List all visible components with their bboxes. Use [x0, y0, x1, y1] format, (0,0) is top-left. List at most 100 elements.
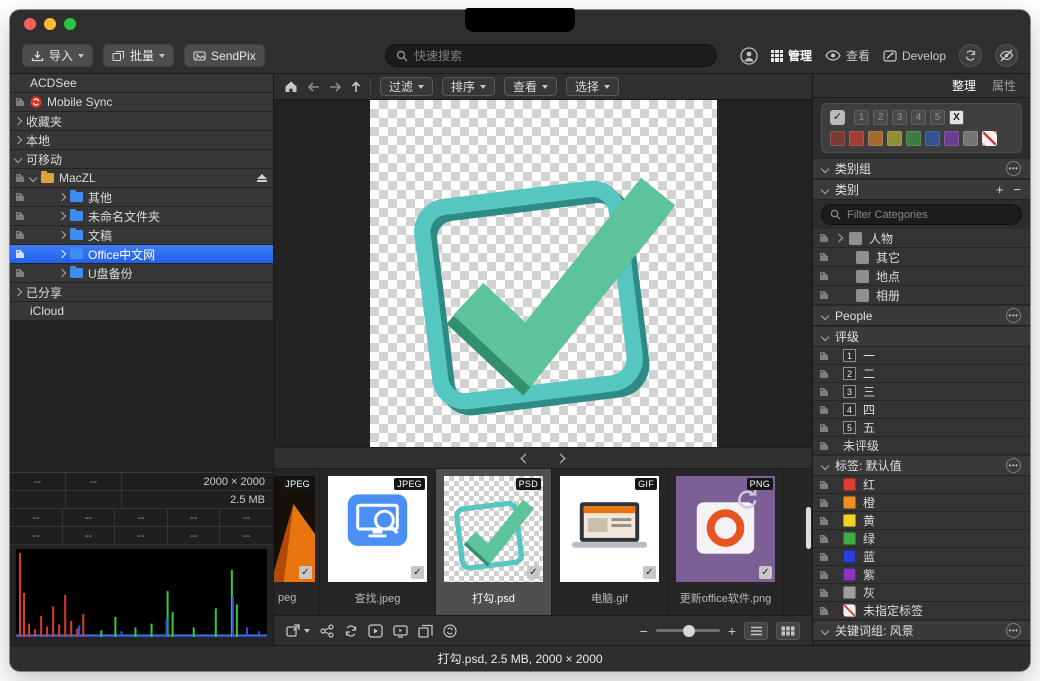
batch-button[interactable]: 批量: [103, 44, 174, 67]
thumbnail-checkbox[interactable]: ✓: [527, 566, 540, 579]
more-options-icon[interactable]: •••: [1006, 161, 1021, 176]
chevron-right-icon[interactable]: [14, 117, 22, 125]
chevron-down-icon[interactable]: [821, 461, 829, 469]
tree-item-other[interactable]: 其他: [10, 188, 273, 207]
tab-organize[interactable]: 整理: [952, 77, 976, 94]
chevron-right-icon[interactable]: [58, 212, 66, 220]
chevron-right-icon[interactable]: [58, 193, 66, 201]
open-with-button[interactable]: [286, 624, 310, 638]
category-checkbox[interactable]: [849, 232, 862, 245]
remove-category-button[interactable]: −: [1013, 182, 1021, 197]
more-options-icon[interactable]: •••: [1006, 458, 1021, 473]
sort-dropdown[interactable]: 排序: [442, 77, 495, 96]
rating-1-button[interactable]: 1: [854, 110, 869, 125]
chevron-right-icon[interactable]: [58, 231, 66, 239]
list-view-button[interactable]: [744, 622, 768, 640]
quick-search[interactable]: [385, 44, 717, 67]
hide-panels-button[interactable]: [995, 44, 1018, 67]
more-options-icon[interactable]: •••: [1006, 623, 1021, 638]
rating-5-button[interactable]: 5: [930, 110, 945, 125]
thumbnail-selected[interactable]: PSD ✓ 打勾.psd: [436, 469, 552, 615]
share-button[interactable]: [320, 624, 334, 638]
label-row-blue[interactable]: 蓝: [813, 548, 1030, 566]
tree-item-favorites[interactable]: 收藏夹: [10, 112, 273, 131]
label-row-none[interactable]: 未指定标签: [813, 602, 1030, 620]
section-category-groups[interactable]: 类别组 •••: [813, 158, 1030, 179]
minimize-button[interactable]: [44, 18, 56, 30]
category-other[interactable]: 其它: [813, 248, 1030, 267]
chevron-down-icon[interactable]: [821, 626, 829, 634]
chevron-down-icon[interactable]: [821, 311, 829, 319]
filter-dropdown[interactable]: 过滤: [380, 77, 433, 96]
label-row-purple[interactable]: 紫: [813, 566, 1030, 584]
rating-row-5[interactable]: 5 五: [813, 419, 1030, 437]
more-options-icon[interactable]: •••: [1006, 308, 1021, 323]
color-swatch[interactable]: [849, 131, 864, 146]
label-row-red[interactable]: 红: [813, 476, 1030, 494]
section-keywords[interactable]: 关键词组: 风景 •••: [813, 620, 1030, 641]
thumbnail[interactable]: JPEG ✓ peg: [274, 469, 320, 615]
color-swatch[interactable]: [887, 131, 902, 146]
search-input[interactable]: [414, 49, 706, 63]
color-swatch[interactable]: [868, 131, 883, 146]
section-rating[interactable]: 评级: [813, 326, 1030, 347]
zoom-slider[interactable]: [656, 629, 720, 632]
tree-item-mobile-sync[interactable]: Mobile Sync: [10, 93, 273, 112]
tree-item-usb-backup[interactable]: U盘备份: [10, 264, 273, 283]
thumbnail-checkbox[interactable]: ✓: [299, 566, 312, 579]
home-button[interactable]: [284, 80, 298, 93]
thumbnail-checkbox[interactable]: ✓: [411, 566, 424, 579]
chevron-right-icon[interactable]: [58, 269, 66, 277]
select-dropdown[interactable]: 选择: [566, 77, 619, 96]
view-dropdown[interactable]: 查看: [504, 77, 557, 96]
play-button[interactable]: [368, 624, 383, 638]
filter-categories-input[interactable]: [847, 209, 1013, 221]
category-albums[interactable]: 相册: [813, 286, 1030, 305]
back-button[interactable]: [307, 82, 320, 92]
tab-properties[interactable]: 属性: [992, 77, 1016, 94]
tagged-checkbox[interactable]: ✓: [830, 110, 845, 125]
rating-row-1[interactable]: 1 一: [813, 347, 1030, 365]
up-button[interactable]: [351, 81, 361, 93]
chevron-down-icon[interactable]: [821, 185, 829, 193]
color-swatch[interactable]: [830, 131, 845, 146]
color-swatch[interactable]: [963, 131, 978, 146]
label-row-orange[interactable]: 橙: [813, 494, 1030, 512]
section-categories[interactable]: 类别 +−: [813, 179, 1030, 200]
label-row-green[interactable]: 绿: [813, 530, 1030, 548]
zoom-out-button[interactable]: −: [640, 624, 648, 638]
color-swatch[interactable]: [944, 131, 959, 146]
rating-row-2[interactable]: 2 二: [813, 365, 1030, 383]
chevron-down-icon[interactable]: [821, 332, 829, 340]
category-checkbox[interactable]: [856, 251, 869, 264]
refresh-button[interactable]: [443, 624, 457, 638]
category-checkbox[interactable]: [856, 289, 869, 302]
account-icon[interactable]: [740, 47, 758, 65]
thumbnail[interactable]: JPEG ✓ 查找.jpeg: [320, 469, 436, 615]
stack-button[interactable]: [418, 624, 433, 638]
chevron-down-icon[interactable]: [14, 155, 22, 163]
rating-4-button[interactable]: 4: [911, 110, 926, 125]
label-row-yellow[interactable]: 黄: [813, 512, 1030, 530]
category-places[interactable]: 地点: [813, 267, 1030, 286]
chevron-right-icon[interactable]: [14, 288, 22, 296]
zoom-button[interactable]: [64, 18, 76, 30]
category-people[interactable]: 人物: [813, 229, 1030, 248]
thumbnail[interactable]: GIF ✓ 电脑.gif: [552, 469, 668, 615]
tree-item-local[interactable]: 本地: [10, 131, 273, 150]
rating-row-unrated[interactable]: 未评级: [813, 437, 1030, 455]
no-label-swatch[interactable]: [982, 131, 997, 146]
filter-categories-search[interactable]: [821, 204, 1022, 225]
rating-row-4[interactable]: 4 四: [813, 401, 1030, 419]
label-row-gray[interactable]: 灰: [813, 584, 1030, 602]
rating-2-button[interactable]: 2: [873, 110, 888, 125]
rating-clear-button[interactable]: X: [949, 110, 964, 125]
close-button[interactable]: [24, 18, 36, 30]
tree-item-shared[interactable]: 已分享: [10, 283, 273, 302]
scrollbar-thumb[interactable]: [806, 507, 811, 549]
chevron-right-icon[interactable]: [58, 250, 66, 258]
thumbnail-checkbox[interactable]: ✓: [759, 566, 772, 579]
tree-item-office-selected[interactable]: Office中文网: [10, 245, 273, 264]
chevron-right-icon[interactable]: [835, 234, 843, 242]
tree-item-acdsee[interactable]: ACDSee: [10, 74, 273, 93]
